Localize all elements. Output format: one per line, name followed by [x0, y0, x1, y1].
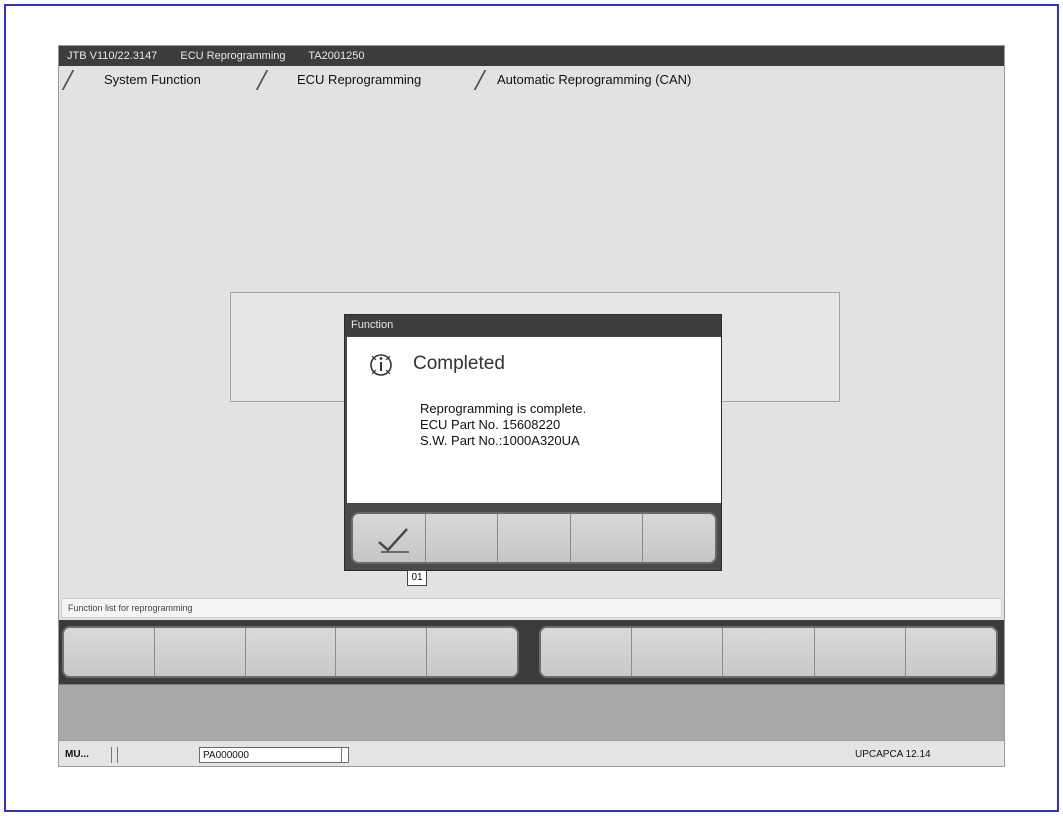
message-band — [59, 684, 1004, 740]
tab-separator — [255, 70, 269, 90]
dialog-button-bar — [351, 512, 717, 564]
dialog-title: Function — [345, 315, 721, 336]
tab-automatic-reprogramming[interactable]: Automatic Reprogramming (CAN) — [469, 68, 799, 92]
status-divider — [341, 747, 342, 763]
tab-separator — [473, 70, 487, 90]
title-function: ECU Reprogramming — [180, 50, 286, 62]
tab-label: System Function — [104, 72, 201, 87]
tab-system-function[interactable]: System Function — [59, 68, 249, 92]
tab-label: ECU Reprogramming — [297, 72, 422, 87]
breadcrumb-tabs: System Function ECU Reprogramming Automa… — [59, 68, 1004, 92]
information-icon — [370, 354, 392, 376]
checkmark-icon — [378, 528, 409, 553]
function-key[interactable] — [154, 628, 246, 676]
dialog-blank-button[interactable] — [498, 514, 571, 562]
dialog-body: Completed Reprogramming is complete. ECU… — [347, 337, 721, 503]
function-key-group-left — [62, 626, 519, 678]
dialog-heading: Completed — [413, 353, 505, 374]
function-key[interactable] — [245, 628, 337, 676]
dialog-message: Reprogramming is complete. ECU Part No. … — [420, 401, 587, 448]
function-key[interactable] — [427, 628, 517, 676]
status-right: UPCAPCA 12.14 — [855, 749, 931, 760]
title-code: TA2001250 — [308, 50, 365, 62]
tab-ecu-reprogramming[interactable]: ECU Reprogramming — [249, 68, 469, 92]
bottom-status-bar: MU... PA000000 UPCAPCA 12.14 — [59, 740, 1004, 766]
completion-dialog: Function Completed Reprogramming is comp… — [344, 314, 722, 571]
function-key[interactable] — [905, 628, 996, 676]
diagnostic-app-window: JTB V110/22.3147 ECU Reprogramming TA200… — [58, 45, 1005, 767]
status-line: Function list for reprogramming — [61, 598, 1002, 618]
status-divider — [111, 747, 112, 763]
ok-button-tooltip: 01 — [407, 570, 427, 586]
window-titlebar: JTB V110/22.3147 ECU Reprogramming TA200… — [59, 46, 1004, 66]
title-version: JTB V110/22.3147 — [67, 50, 158, 62]
dialog-blank-button[interactable] — [425, 514, 499, 562]
function-key[interactable] — [541, 628, 633, 676]
work-area: Function Completed Reprogramming is comp… — [59, 94, 1004, 596]
status-left: MU... — [65, 749, 89, 760]
function-key[interactable] — [632, 628, 724, 676]
function-key-strip — [59, 620, 1004, 684]
function-key[interactable] — [336, 628, 428, 676]
dialog-blank-button[interactable] — [643, 514, 715, 562]
function-key-group-right — [539, 626, 998, 678]
function-key[interactable] — [64, 628, 155, 676]
dialog-blank-button[interactable] — [570, 514, 644, 562]
tab-label: Automatic Reprogramming (CAN) — [497, 72, 692, 87]
status-middle-field: PA000000 — [199, 747, 349, 763]
function-key[interactable] — [814, 628, 906, 676]
function-key[interactable] — [723, 628, 815, 676]
status-divider — [117, 747, 118, 763]
ok-button[interactable] — [353, 514, 426, 562]
tab-separator — [61, 70, 75, 90]
